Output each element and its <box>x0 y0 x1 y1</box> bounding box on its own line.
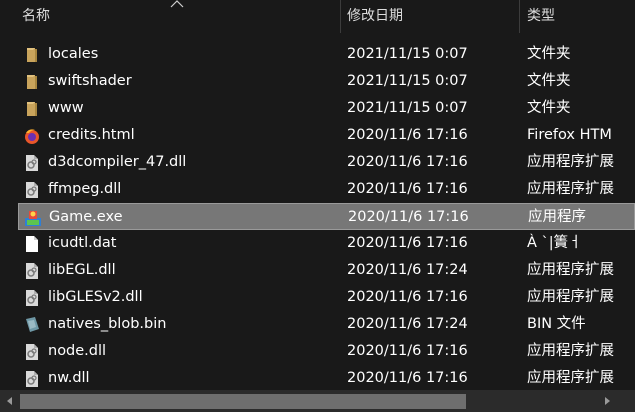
file-name: natives_blob.bin <box>48 316 167 332</box>
file-name: locales <box>48 46 99 62</box>
file-row[interactable]: icudtl.dat 2020/11/6 17:16 À `|簀ㅓ <box>18 230 635 257</box>
file-row[interactable]: node.dll 2020/11/6 17:16 应用程序扩展 <box>18 338 635 365</box>
folder-icon <box>23 46 41 64</box>
file-type: 应用程序扩展 <box>527 370 614 386</box>
file-row[interactable]: credits.html 2020/11/6 17:16 Firefox HTM <box>18 122 635 149</box>
file-type: À `|簀ㅓ <box>527 235 582 251</box>
dll-icon <box>23 289 41 307</box>
file-icon <box>23 235 41 253</box>
bin-icon <box>23 316 41 334</box>
column-type-header[interactable]: 类型 <box>527 0 555 33</box>
scroll-right-icon[interactable] <box>602 396 612 406</box>
file-row[interactable]: natives_blob.bin 2020/11/6 17:24 BIN 文件 <box>18 311 635 338</box>
file-modified-date: 2020/11/6 17:16 <box>348 209 469 225</box>
dll-icon <box>23 343 41 361</box>
file-type: 应用程序扩展 <box>527 262 614 278</box>
file-modified-date: 2020/11/6 17:16 <box>347 235 468 251</box>
file-type: 应用程序 <box>528 209 586 225</box>
file-name: icudtl.dat <box>48 235 117 251</box>
column-divider[interactable] <box>519 0 520 33</box>
file-row[interactable]: locales 2021/11/15 0:07 文件夹 <box>18 41 635 68</box>
file-row[interactable]: Game.exe 2020/11/6 17:16 应用程序 <box>18 203 635 230</box>
file-modified-date: 2021/11/15 0:07 <box>347 46 468 62</box>
file-row[interactable]: nw.dll 2020/11/6 17:16 应用程序扩展 <box>18 365 635 392</box>
file-modified-date: 2020/11/6 17:16 <box>347 370 468 386</box>
file-modified-date: 2021/11/15 0:07 <box>347 100 468 116</box>
file-modified-date: 2020/11/6 17:16 <box>347 127 468 143</box>
dll-icon <box>23 262 41 280</box>
dll-icon <box>23 154 41 172</box>
file-row[interactable]: libGLESv2.dll 2020/11/6 17:16 应用程序扩展 <box>18 284 635 311</box>
file-type: Firefox HTM <box>527 127 612 143</box>
file-type: 文件夹 <box>527 100 571 116</box>
firefox-icon <box>23 127 41 145</box>
column-name-header[interactable]: 名称 <box>22 0 50 33</box>
file-name: swiftshader <box>48 73 132 89</box>
dll-icon <box>23 181 41 199</box>
file-modified-date: 2020/11/6 17:24 <box>347 316 468 332</box>
file-type: 文件夹 <box>527 73 571 89</box>
file-name: libEGL.dll <box>48 262 116 278</box>
file-name: libGLESv2.dll <box>48 289 143 305</box>
scrollbar-thumb[interactable] <box>20 394 466 409</box>
column-divider[interactable] <box>340 0 341 33</box>
exe-icon <box>24 209 42 227</box>
file-type: 应用程序扩展 <box>527 343 614 359</box>
file-modified-date: 2020/11/6 17:24 <box>347 262 468 278</box>
sort-up-icon <box>170 0 184 8</box>
column-date-header[interactable]: 修改日期 <box>347 0 403 33</box>
folder-icon <box>23 73 41 91</box>
file-type: 应用程序扩展 <box>527 154 614 170</box>
file-name: www <box>48 100 84 116</box>
file-modified-date: 2020/11/6 17:16 <box>347 343 468 359</box>
file-row[interactable]: d3dcompiler_47.dll 2020/11/6 17:16 应用程序扩展 <box>18 149 635 176</box>
file-type: 文件夹 <box>527 46 571 62</box>
file-name: nw.dll <box>48 370 90 386</box>
file-row[interactable]: swiftshader 2021/11/15 0:07 文件夹 <box>18 68 635 95</box>
file-row[interactable]: www 2021/11/15 0:07 文件夹 <box>18 95 635 122</box>
file-name: node.dll <box>48 343 107 359</box>
file-name: credits.html <box>48 127 135 143</box>
file-type: 应用程序扩展 <box>527 181 614 197</box>
file-modified-date: 2020/11/6 17:16 <box>347 181 468 197</box>
file-row[interactable]: ffmpeg.dll 2020/11/6 17:16 应用程序扩展 <box>18 176 635 203</box>
file-modified-date: 2020/11/6 17:16 <box>347 289 468 305</box>
scroll-left-icon[interactable] <box>5 396 15 406</box>
dll-icon <box>23 370 41 388</box>
file-name: Game.exe <box>49 209 123 225</box>
file-type: 应用程序扩展 <box>527 289 614 305</box>
file-modified-date: 2020/11/6 17:16 <box>347 154 468 170</box>
file-name: ffmpeg.dll <box>48 181 122 197</box>
file-name: d3dcompiler_47.dll <box>48 154 187 170</box>
file-row[interactable]: libEGL.dll 2020/11/6 17:24 应用程序扩展 <box>18 257 635 284</box>
file-modified-date: 2021/11/15 0:07 <box>347 73 468 89</box>
horizontal-scrollbar[interactable] <box>0 390 635 412</box>
column-header: 名称 修改日期 类型 <box>0 0 635 33</box>
file-type: BIN 文件 <box>527 316 586 332</box>
folder-icon <box>23 100 41 118</box>
